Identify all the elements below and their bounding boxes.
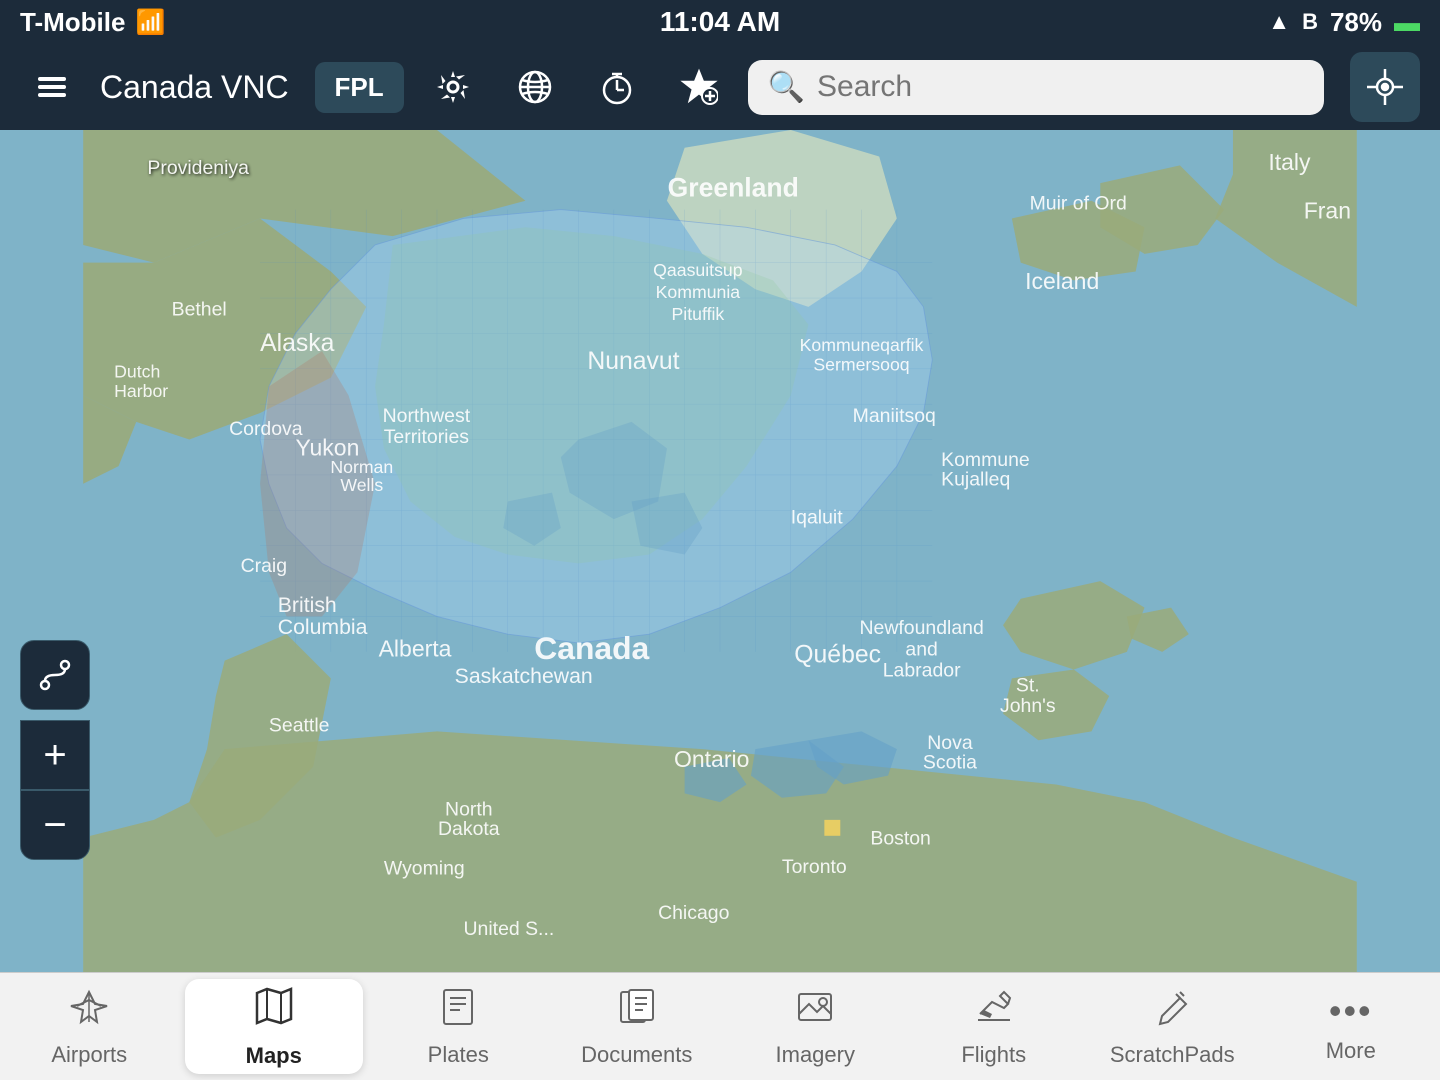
scratchpads-icon bbox=[1152, 986, 1192, 1036]
maps-label: Maps bbox=[246, 1043, 302, 1069]
timer-button[interactable] bbox=[584, 60, 650, 114]
documents-label: Documents bbox=[581, 1042, 692, 1068]
svg-text:and: and bbox=[905, 638, 937, 660]
svg-text:United S...: United S... bbox=[464, 918, 555, 940]
svg-text:Harbor: Harbor bbox=[114, 381, 168, 401]
battery-percent: 78% bbox=[1330, 7, 1382, 38]
svg-text:Sermersooq: Sermersooq bbox=[813, 355, 909, 375]
svg-text:Iceland: Iceland bbox=[1025, 268, 1099, 294]
search-input[interactable] bbox=[817, 70, 1304, 104]
svg-text:Wyoming: Wyoming bbox=[384, 858, 465, 880]
carrier-label: T-Mobile bbox=[20, 7, 125, 38]
svg-text:Columbia: Columbia bbox=[278, 616, 368, 639]
flights-label: Flights bbox=[961, 1042, 1026, 1068]
svg-text:Dutch: Dutch bbox=[114, 362, 160, 382]
status-left: T-Mobile 📶 bbox=[20, 7, 165, 38]
svg-text:Newfoundland: Newfoundland bbox=[860, 617, 984, 639]
zoom-out-button[interactable]: − bbox=[20, 790, 90, 860]
svg-text:Italy: Italy bbox=[1268, 149, 1311, 175]
map-controls: + − bbox=[20, 640, 90, 860]
plates-icon bbox=[438, 986, 478, 1036]
maps-icon bbox=[253, 985, 295, 1037]
svg-text:Kommunia: Kommunia bbox=[656, 282, 741, 302]
flights-icon bbox=[974, 986, 1014, 1036]
svg-text:Dakota: Dakota bbox=[438, 818, 500, 840]
svg-text:Canada: Canada bbox=[534, 630, 649, 666]
svg-text:Alaska: Alaska bbox=[260, 330, 335, 357]
svg-text:Saskatchewan: Saskatchewan bbox=[455, 665, 593, 688]
svg-text:Greenland: Greenland bbox=[668, 172, 799, 202]
fpl-button[interactable]: FPL bbox=[315, 62, 404, 113]
documents-icon bbox=[617, 986, 657, 1036]
locate-button[interactable] bbox=[1350, 52, 1420, 122]
svg-text:Territories: Territories bbox=[384, 426, 470, 448]
more-icon: ••• bbox=[1329, 990, 1373, 1032]
airports-label: Airports bbox=[51, 1042, 127, 1068]
svg-text:Maniitsoq: Maniitsoq bbox=[853, 405, 936, 427]
svg-text:Toronto: Toronto bbox=[782, 856, 847, 878]
scratchpads-label: ScratchPads bbox=[1110, 1042, 1235, 1068]
svg-text:Seattle: Seattle bbox=[269, 714, 330, 736]
layers-button[interactable] bbox=[20, 61, 84, 113]
svg-text:Fran: Fran bbox=[1304, 197, 1351, 223]
svg-text:Chicago: Chicago bbox=[658, 902, 729, 924]
battery-icon: ▬ bbox=[1394, 7, 1420, 38]
tab-scratchpads[interactable]: ScratchPads bbox=[1083, 973, 1262, 1080]
plates-label: Plates bbox=[428, 1042, 489, 1068]
svg-text:John's: John's bbox=[1000, 695, 1056, 717]
bluetooth-b-icon: B bbox=[1302, 9, 1318, 35]
tab-more[interactable]: ••• More bbox=[1262, 973, 1440, 1080]
status-time: 11:04 AM bbox=[660, 6, 780, 38]
wifi-icon: 📶 bbox=[135, 8, 165, 37]
svg-text:Alberta: Alberta bbox=[379, 635, 452, 661]
svg-text:Pituffik: Pituffik bbox=[672, 304, 725, 324]
svg-text:Provideniya: Provideniya bbox=[147, 157, 249, 179]
imagery-label: Imagery bbox=[776, 1042, 855, 1068]
svg-text:Iqaluit: Iqaluit bbox=[791, 507, 843, 529]
tab-imagery[interactable]: Imagery bbox=[726, 973, 905, 1080]
tab-plates[interactable]: Plates bbox=[369, 973, 548, 1080]
svg-text:Muir of Ord: Muir of Ord bbox=[1030, 193, 1127, 215]
tab-maps[interactable]: Maps bbox=[185, 979, 364, 1074]
tab-documents[interactable]: Documents bbox=[548, 973, 727, 1080]
favorites-button[interactable] bbox=[666, 60, 732, 114]
svg-text:Craig: Craig bbox=[241, 555, 287, 577]
search-icon: 🔍 bbox=[768, 70, 805, 105]
svg-text:Labrador: Labrador bbox=[883, 660, 961, 682]
svg-text:Wells: Wells bbox=[340, 475, 383, 495]
svg-text:Nunavut: Nunavut bbox=[587, 348, 679, 375]
status-bar: T-Mobile 📶 11:04 AM ▲ B 78% ▬ bbox=[0, 0, 1440, 44]
svg-text:Ontario: Ontario bbox=[674, 746, 749, 772]
search-box[interactable]: 🔍 bbox=[748, 60, 1324, 115]
more-label: More bbox=[1326, 1038, 1376, 1064]
status-right: ▲ B 78% ▬ bbox=[1268, 7, 1420, 38]
svg-text:Kommuneqarfik: Kommuneqarfik bbox=[800, 335, 924, 355]
route-button[interactable] bbox=[20, 640, 90, 710]
svg-text:Québec: Québec bbox=[794, 641, 881, 668]
tab-airports[interactable]: Airports bbox=[0, 973, 179, 1080]
imagery-icon bbox=[795, 986, 835, 1036]
map-svg: Provideniya Greenland Italy Fran Muir of… bbox=[0, 130, 1440, 972]
svg-text:Scotia: Scotia bbox=[923, 752, 977, 774]
svg-text:British: British bbox=[278, 594, 337, 617]
tab-flights[interactable]: Flights bbox=[905, 973, 1084, 1080]
svg-text:Northwest: Northwest bbox=[383, 405, 471, 427]
globe-button[interactable] bbox=[502, 60, 568, 114]
svg-text:Kujalleq: Kujalleq bbox=[941, 469, 1010, 491]
tab-bar: Airports Maps Plates bbox=[0, 972, 1440, 1080]
svg-text:Bethel: Bethel bbox=[172, 299, 227, 321]
zoom-in-button[interactable]: + bbox=[20, 720, 90, 790]
svg-text:St.: St. bbox=[1016, 675, 1040, 697]
svg-text:Cordova: Cordova bbox=[229, 418, 303, 440]
toolbar: Canada VNC FPL bbox=[0, 44, 1440, 130]
bluetooth-icon: ▲ bbox=[1268, 9, 1290, 35]
airports-icon bbox=[69, 986, 109, 1036]
map-title: Canada VNC bbox=[100, 69, 289, 106]
svg-text:Qaasuitsup: Qaasuitsup bbox=[653, 260, 743, 280]
map-area[interactable]: Provideniya Greenland Italy Fran Muir of… bbox=[0, 130, 1440, 972]
svg-text:Boston: Boston bbox=[870, 828, 931, 850]
settings-button[interactable] bbox=[420, 60, 486, 114]
